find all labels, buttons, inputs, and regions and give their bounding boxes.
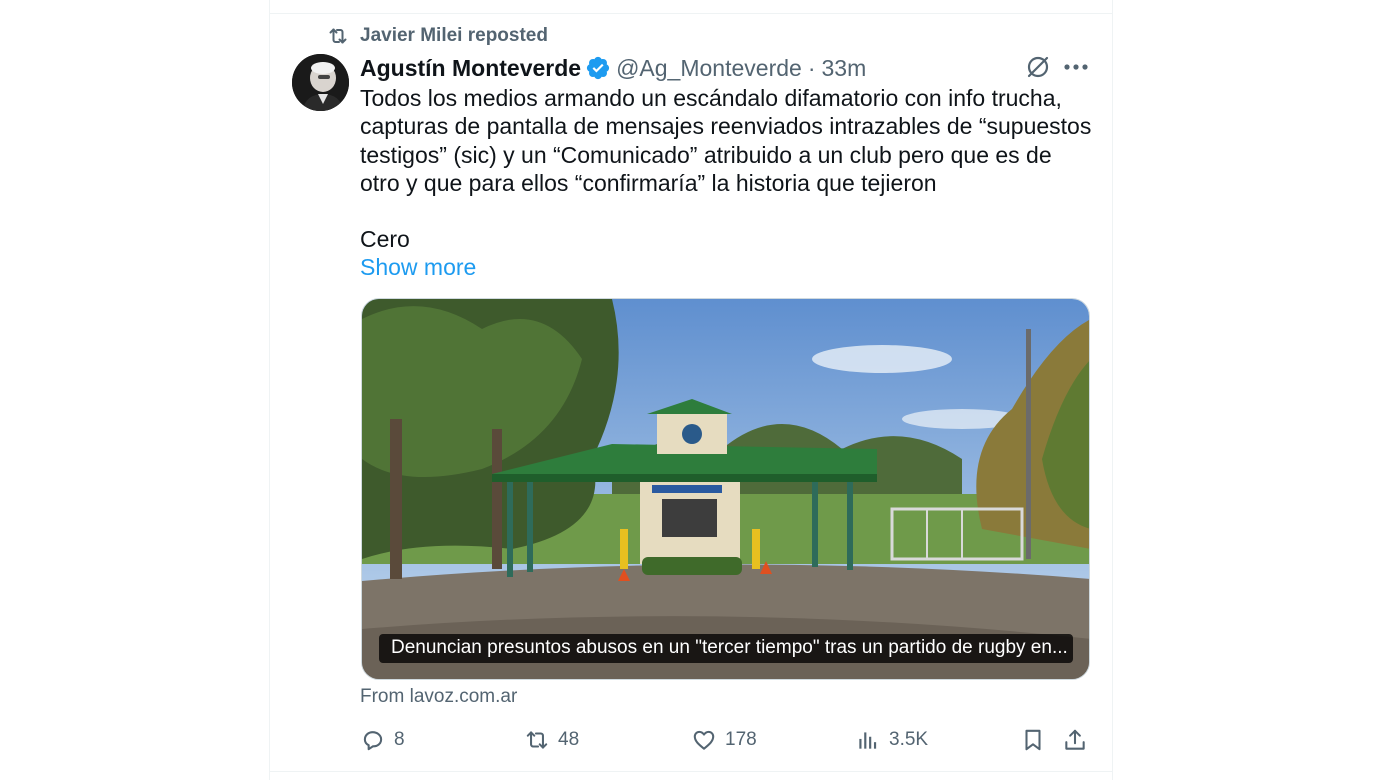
link-source[interactable]: From lavoz.com.ar — [360, 686, 517, 708]
share-icon — [1065, 729, 1085, 750]
author-name[interactable]: Agustín Monteverde — [360, 55, 581, 82]
divider — [270, 771, 1112, 772]
reply-button[interactable]: 8 — [360, 724, 405, 756]
avatar-image — [292, 54, 349, 111]
social-context-text: Javier Milei reposted — [360, 25, 548, 46]
grok-icon[interactable] — [1024, 53, 1052, 81]
separator: · — [807, 54, 816, 81]
repost-action-icon — [526, 731, 548, 749]
action-bar: 8 48 178 3.5K — [360, 724, 1095, 756]
bookmark-icon — [1025, 729, 1041, 751]
share-button[interactable] — [1062, 724, 1088, 756]
tweet-header: Agustín Monteverde @Ag_Monteverde · 33m — [360, 52, 866, 84]
like-count: 178 — [725, 729, 757, 750]
reply-icon — [363, 731, 383, 751]
more-options-icon[interactable] — [1060, 56, 1092, 78]
verified-badge-icon[interactable] — [585, 55, 611, 81]
divider — [270, 13, 1112, 14]
club-entrance-photo — [362, 299, 1089, 679]
author-handle[interactable]: @Ag_Monteverde — [616, 55, 802, 82]
timeline-column: Javier Milei reposted Agustín Monteverde… — [269, 0, 1113, 780]
reply-count: 8 — [394, 729, 405, 750]
bookmark-button[interactable] — [1020, 724, 1046, 756]
heart-icon — [693, 730, 715, 750]
repost-count: 48 — [558, 729, 580, 750]
analytics-icon — [859, 732, 877, 749]
link-card-image[interactable]: Denuncian presuntos abusos en un "tercer… — [361, 298, 1090, 680]
view-count: 3.5K — [889, 729, 929, 750]
timestamp[interactable]: 33m — [821, 55, 866, 82]
link-card-caption: Denuncian presuntos abusos en un "tercer… — [379, 634, 1073, 663]
tweet-text: Todos los medios armando un escándalo di… — [360, 85, 1092, 253]
repost-icon — [329, 28, 347, 44]
show-more-link[interactable]: Show more — [360, 254, 476, 281]
social-context[interactable]: Javier Milei reposted — [326, 24, 548, 48]
repost-button[interactable]: 48 — [524, 724, 579, 756]
views-button[interactable]: 3.5K — [855, 724, 928, 756]
avatar[interactable] — [292, 54, 349, 111]
like-button[interactable]: 178 — [691, 724, 757, 756]
